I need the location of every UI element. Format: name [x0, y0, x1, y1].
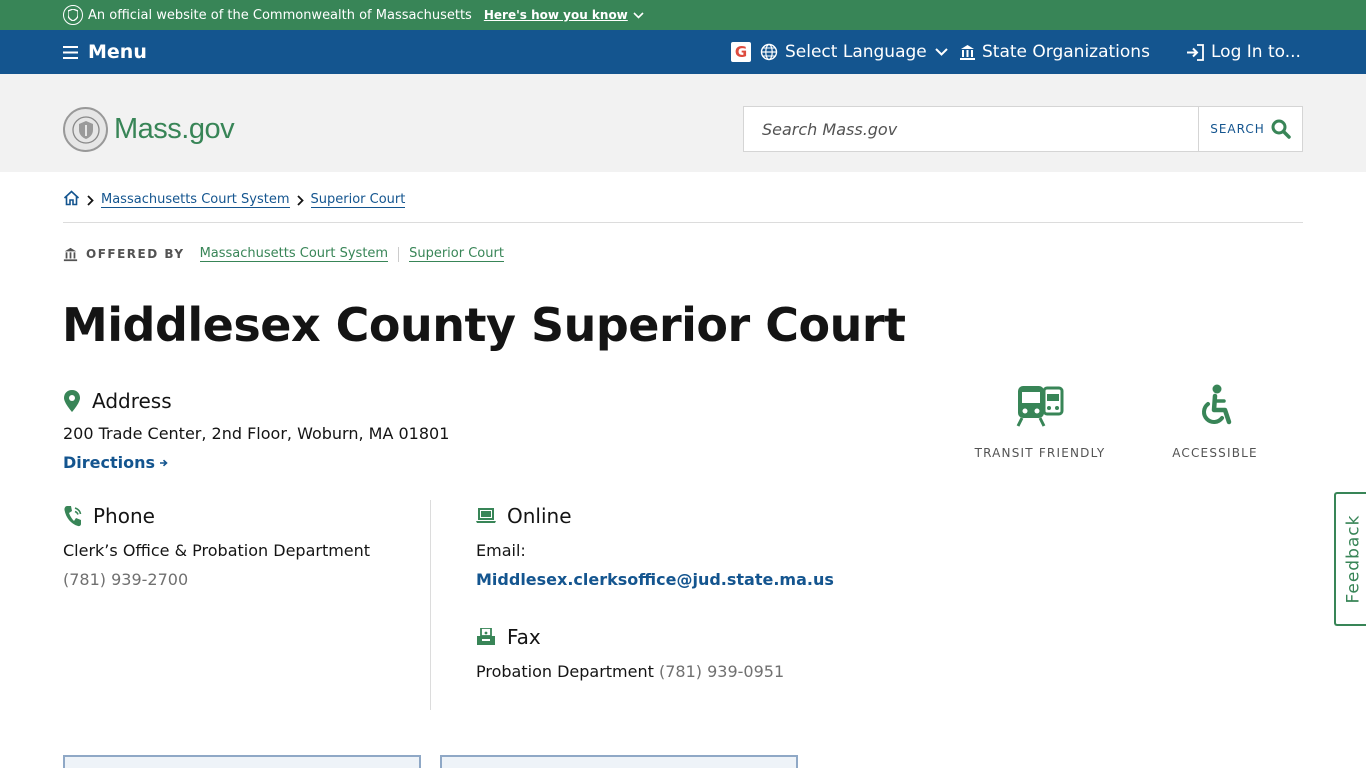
- divider: [398, 246, 400, 262]
- fax-number: (781) 939-0951: [659, 662, 785, 681]
- mass-gov-logo[interactable]: Mass.gov: [63, 107, 235, 152]
- map-pin-icon: [64, 390, 80, 412]
- select-language-button[interactable]: G Select Language: [731, 30, 948, 74]
- laptop-icon: [476, 508, 496, 523]
- amenity-transit-friendly: TRANSIT FRIENDLY: [965, 384, 1115, 460]
- address-heading-label: Address: [92, 389, 172, 413]
- globe-icon: [760, 43, 778, 61]
- login-label: Log In to...: [1211, 42, 1301, 62]
- home-icon[interactable]: [63, 190, 80, 210]
- transit-icon: [1016, 386, 1064, 427]
- chevron-right-icon: [296, 194, 304, 206]
- how-you-know-label: Here's how you know: [483, 8, 628, 22]
- phone-heading: Phone: [63, 504, 155, 528]
- fax-icon: [477, 628, 495, 645]
- online-heading-label: Online: [507, 504, 572, 528]
- online-heading: Online: [476, 504, 572, 528]
- search-icon: [1271, 119, 1291, 139]
- search-input[interactable]: [744, 107, 1198, 151]
- how-you-know-button[interactable]: Here's how you know: [484, 8, 644, 22]
- phone-icon: [64, 506, 82, 527]
- chevron-down-icon: [935, 48, 948, 56]
- phone-heading-label: Phone: [93, 504, 155, 528]
- breadcrumb-link-superior-court[interactable]: Superior Court: [310, 192, 406, 208]
- info-card[interactable]: [63, 755, 421, 768]
- chevron-down-icon: [633, 11, 644, 19]
- official-site-banner: An official website of the Commonwealth …: [0, 0, 1366, 30]
- site-header: Mass.gov SEARCH: [0, 74, 1366, 172]
- offered-by-label: OFFERED BY: [86, 247, 185, 261]
- search-button[interactable]: SEARCH: [1198, 107, 1302, 151]
- column-divider: [430, 500, 431, 710]
- login-button[interactable]: Log In to...: [1186, 30, 1301, 74]
- state-seal-icon: [63, 5, 83, 25]
- hamburger-icon: [63, 45, 78, 59]
- menu-button[interactable]: Menu: [63, 30, 147, 74]
- chevron-right-icon: [87, 194, 94, 206]
- email-link[interactable]: Middlesex.clerksoffice@jud.state.ma.us: [476, 570, 834, 589]
- fax-heading: Fax: [476, 625, 541, 649]
- breadcrumb: Massachusetts Court System Superior Cour…: [63, 190, 406, 210]
- state-organizations-button[interactable]: State Organizations: [959, 30, 1150, 74]
- arrow-right-icon: [160, 459, 168, 466]
- phone-label: Clerk’s Office & Probation Department: [63, 541, 371, 560]
- search-button-label: SEARCH: [1210, 122, 1265, 136]
- amenity-label: ACCESSIBLE: [1172, 446, 1258, 460]
- breadcrumb-divider: [63, 222, 1303, 223]
- select-language-label: Select Language: [785, 42, 927, 62]
- offered-by-link-court-system[interactable]: Massachusetts Court System: [199, 246, 389, 262]
- directions-link[interactable]: Directions: [63, 453, 168, 472]
- login-icon: [1187, 43, 1204, 61]
- info-card[interactable]: [440, 755, 798, 768]
- offered-by-link-superior-court[interactable]: Superior Court: [409, 246, 504, 262]
- state-organizations-label: State Organizations: [982, 42, 1150, 62]
- phone-number-link[interactable]: (781) 939-2700: [63, 570, 188, 589]
- logo-text: Mass.gov: [114, 113, 235, 145]
- fax-label: Probation Department: [476, 662, 654, 681]
- building-icon: [63, 247, 78, 261]
- google-translate-icon: G: [731, 42, 751, 62]
- feedback-label: Feedback: [1343, 514, 1363, 604]
- fax-heading-label: Fax: [507, 625, 541, 649]
- page-title: Middlesex County Superior Court: [62, 298, 906, 352]
- feedback-tab[interactable]: Feedback: [1334, 492, 1366, 626]
- breadcrumb-link-court-system[interactable]: Massachusetts Court System: [101, 192, 290, 208]
- utility-nav: Menu G Select Language State Organizatio…: [0, 30, 1366, 74]
- amenity-label: TRANSIT FRIENDLY: [974, 446, 1106, 460]
- menu-label: Menu: [88, 41, 147, 63]
- address-value: 200 Trade Center, 2nd Floor, Woburn, MA …: [63, 424, 450, 443]
- email-label: Email:: [476, 541, 526, 560]
- directions-label: Directions: [63, 453, 156, 472]
- search-bar: SEARCH: [743, 106, 1303, 152]
- offered-by: OFFERED BY Massachusetts Court System Su…: [63, 244, 504, 264]
- official-site-text: An official website of the Commonwealth …: [88, 7, 472, 23]
- massachusetts-seal-icon: [63, 107, 108, 152]
- fax-line: Probation Department (781) 939-0951: [476, 662, 784, 681]
- wheelchair-icon: [1202, 384, 1232, 425]
- building-icon: [960, 44, 975, 60]
- amenity-accessible: ACCESSIBLE: [1140, 384, 1290, 460]
- address-heading: Address: [63, 389, 172, 413]
